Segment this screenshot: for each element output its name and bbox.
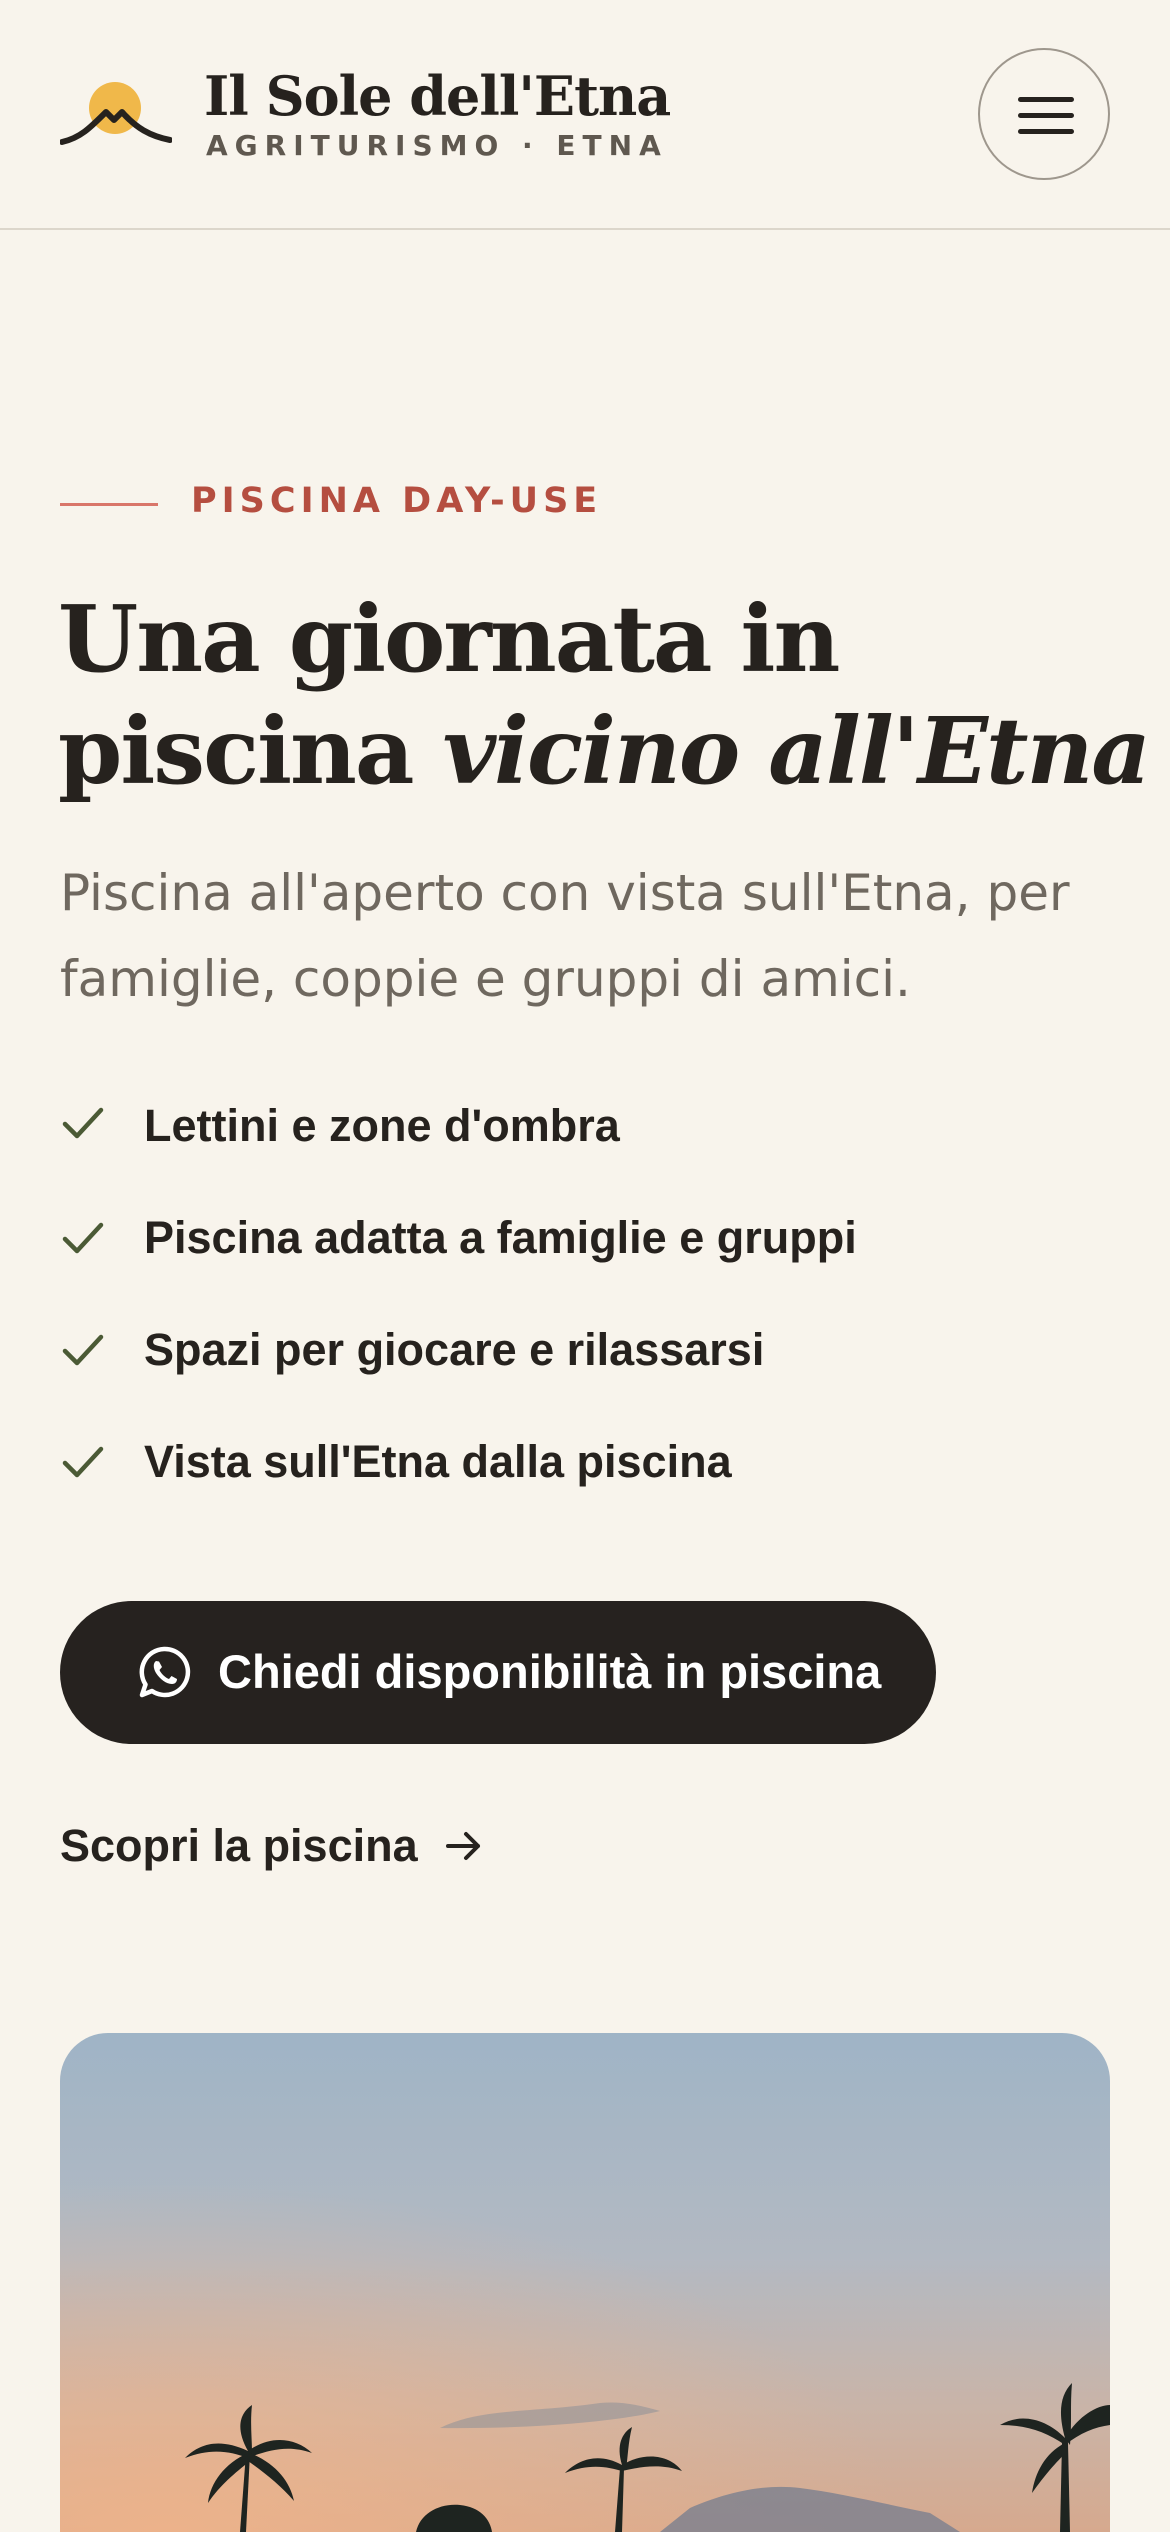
- cta-label: Chiedi disponibilità in piscina: [218, 1645, 882, 1698]
- hero-subtitle: Piscina all'aperto con vista sull'Etna, …: [60, 864, 1070, 1008]
- check-icon: [60, 1100, 144, 1146]
- whatsapp-icon: [139, 1646, 191, 1698]
- eyebrow-label: PISCINA DAY-USE: [191, 481, 603, 521]
- pool-area-photo: [60, 2033, 1110, 2532]
- feature-label: Vista sull'Etna dalla piscina: [144, 1436, 732, 1487]
- feature-item: Lettini e zone d'ombra: [60, 1100, 857, 1182]
- title-italic-part: vicino all'Etna: [442, 697, 1151, 805]
- whatsapp-availability-button[interactable]: Chiedi disponibilità in piscina: [60, 1601, 936, 1744]
- check-icon: [60, 1439, 144, 1485]
- brand-name[interactable]: Il Sole dell'Etna: [204, 64, 671, 128]
- eyebrow-divider: [60, 503, 158, 506]
- site-header: Il Sole dell'Etna AGRITURISMO · ETNA: [0, 0, 1170, 230]
- brand-tagline: AGRITURISMO · ETNA: [206, 129, 668, 162]
- feature-item: Piscina adatta a famiglie e gruppi: [60, 1182, 857, 1294]
- arrow-right-icon: [445, 1832, 480, 1860]
- discover-pool-link[interactable]: Scopri la piscina: [60, 1820, 484, 1872]
- check-icon: [60, 1215, 144, 1261]
- check-icon: [60, 1327, 144, 1373]
- hamburger-menu-icon: [1018, 97, 1074, 134]
- feature-label: Spazi per giocare e rilassarsi: [144, 1324, 765, 1375]
- link-label: Scopri la piscina: [60, 1820, 418, 1871]
- feature-list: Lettini e zone d'ombra Piscina adatta a …: [60, 1100, 857, 1518]
- feature-label: Lettini e zone d'ombra: [144, 1100, 620, 1151]
- sun-over-volcano-logo[interactable]: [60, 78, 172, 150]
- page-title: Una giornata in piscina vicino all'Etna: [58, 583, 1151, 807]
- feature-item: Vista sull'Etna dalla piscina: [60, 1406, 857, 1518]
- menu-button[interactable]: [978, 48, 1110, 180]
- feature-item: Spazi per giocare e rilassarsi: [60, 1294, 857, 1406]
- title-line-1: Una giornata in: [58, 585, 840, 693]
- feature-label: Piscina adatta a famiglie e gruppi: [144, 1212, 857, 1263]
- title-regular-part: piscina: [58, 697, 443, 805]
- title-line-2: piscina vicino all'Etna: [58, 695, 1151, 807]
